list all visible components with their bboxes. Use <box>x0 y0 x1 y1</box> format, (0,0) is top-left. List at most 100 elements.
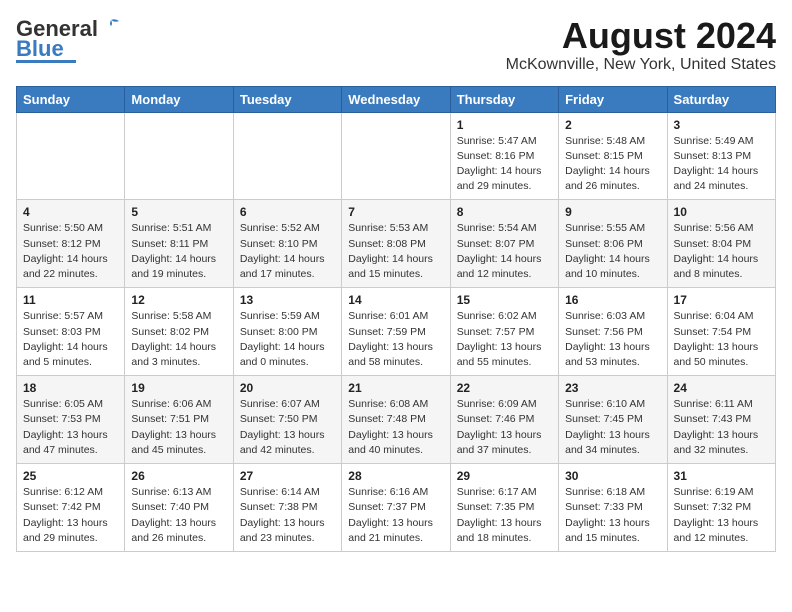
day-number: 13 <box>240 293 335 307</box>
calendar-cell: 29 Sunrise: 6:17 AM Sunset: 7:35 PM Dayli… <box>450 464 558 552</box>
calendar-cell: 22 Sunrise: 6:09 AM Sunset: 7:46 PM Dayli… <box>450 376 558 464</box>
day-info: Sunrise: 6:06 AM Sunset: 7:51 PM Dayligh… <box>131 397 226 458</box>
day-info: Sunrise: 6:04 AM Sunset: 7:54 PM Dayligh… <box>674 309 769 370</box>
day-info: Sunrise: 6:08 AM Sunset: 7:48 PM Dayligh… <box>348 397 443 458</box>
day-number: 9 <box>565 205 660 219</box>
calendar-cell: 16Sunrise: 6:03 AM Sunset: 7:56 PM Dayli… <box>559 288 667 376</box>
col-friday: Friday <box>559 86 667 112</box>
day-info: Sunrise: 5:49 AM Sunset: 8:13 PM Dayligh… <box>674 134 769 195</box>
calendar-cell: 19 Sunrise: 6:06 AM Sunset: 7:51 PM Dayli… <box>125 376 233 464</box>
title-block: August 2024 McKownville, New York, Unite… <box>506 16 776 74</box>
header-row: Sunday Monday Tuesday Wednesday Thursday… <box>17 86 776 112</box>
logo-bird-icon <box>101 18 121 36</box>
calendar-cell <box>125 112 233 200</box>
day-info: Sunrise: 6:10 AM Sunset: 7:45 PM Dayligh… <box>565 397 660 458</box>
day-number: 22 <box>457 381 552 395</box>
day-info: Sunrise: 6:05 AM Sunset: 7:53 PM Dayligh… <box>23 397 118 458</box>
calendar-cell: 9 Sunrise: 5:55 AM Sunset: 8:06 PM Daylig… <box>559 200 667 288</box>
calendar-cell: 10 Sunrise: 5:56 AM Sunset: 8:04 PM Dayli… <box>667 200 775 288</box>
day-number: 10 <box>674 205 769 219</box>
calendar-week-5: 25Sunrise: 6:12 AM Sunset: 7:42 PM Dayli… <box>17 464 776 552</box>
day-info: Sunrise: 5:48 AM Sunset: 8:15 PM Dayligh… <box>565 134 660 195</box>
day-number: 23 <box>565 381 660 395</box>
calendar-cell <box>17 112 125 200</box>
page-header: General Blue August 2024 McKownville, Ne… <box>16 16 776 74</box>
calendar-cell: 25Sunrise: 6:12 AM Sunset: 7:42 PM Dayli… <box>17 464 125 552</box>
calendar-cell: 14 Sunrise: 6:01 AM Sunset: 7:59 PM Dayli… <box>342 288 450 376</box>
day-number: 18 <box>23 381 118 395</box>
day-info: Sunrise: 6:01 AM Sunset: 7:59 PM Dayligh… <box>348 309 443 370</box>
day-number: 28 <box>348 469 443 483</box>
day-info: Sunrise: 6:02 AM Sunset: 7:57 PM Dayligh… <box>457 309 552 370</box>
day-number: 27 <box>240 469 335 483</box>
day-number: 26 <box>131 469 226 483</box>
calendar-cell: 4 Sunrise: 5:50 AM Sunset: 8:12 PM Daylig… <box>17 200 125 288</box>
day-number: 6 <box>240 205 335 219</box>
calendar-cell: 26 Sunrise: 6:13 AM Sunset: 7:40 PM Dayli… <box>125 464 233 552</box>
calendar-cell: 13 Sunrise: 5:59 AM Sunset: 8:00 PM Dayli… <box>233 288 341 376</box>
calendar-week-3: 11Sunrise: 5:57 AM Sunset: 8:03 PM Dayli… <box>17 288 776 376</box>
day-info: Sunrise: 6:18 AM Sunset: 7:33 PM Dayligh… <box>565 485 660 546</box>
calendar-cell: 5 Sunrise: 5:51 AM Sunset: 8:11 PM Daylig… <box>125 200 233 288</box>
day-info: Sunrise: 5:55 AM Sunset: 8:06 PM Dayligh… <box>565 221 660 282</box>
day-info: Sunrise: 5:51 AM Sunset: 8:11 PM Dayligh… <box>131 221 226 282</box>
logo: General Blue <box>16 16 121 63</box>
calendar-cell <box>233 112 341 200</box>
day-info: Sunrise: 6:09 AM Sunset: 7:46 PM Dayligh… <box>457 397 552 458</box>
logo-underline <box>16 60 76 63</box>
day-info: Sunrise: 5:57 AM Sunset: 8:03 PM Dayligh… <box>23 309 118 370</box>
day-number: 2 <box>565 118 660 132</box>
calendar-cell: 3Sunrise: 5:49 AM Sunset: 8:13 PM Daylig… <box>667 112 775 200</box>
calendar-cell: 28Sunrise: 6:16 AM Sunset: 7:37 PM Dayli… <box>342 464 450 552</box>
calendar-cell: 12Sunrise: 5:58 AM Sunset: 8:02 PM Dayli… <box>125 288 233 376</box>
day-number: 17 <box>674 293 769 307</box>
day-number: 20 <box>240 381 335 395</box>
day-number: 12 <box>131 293 226 307</box>
calendar-cell: 17 Sunrise: 6:04 AM Sunset: 7:54 PM Dayli… <box>667 288 775 376</box>
calendar-cell: 1 Sunrise: 5:47 AM Sunset: 8:16 PM Daylig… <box>450 112 558 200</box>
day-info: Sunrise: 6:11 AM Sunset: 7:43 PM Dayligh… <box>674 397 769 458</box>
calendar-cell: 30 Sunrise: 6:18 AM Sunset: 7:33 PM Dayli… <box>559 464 667 552</box>
day-number: 16 <box>565 293 660 307</box>
day-info: Sunrise: 5:59 AM Sunset: 8:00 PM Dayligh… <box>240 309 335 370</box>
col-wednesday: Wednesday <box>342 86 450 112</box>
calendar-cell: 31 Sunrise: 6:19 AM Sunset: 7:32 PM Dayli… <box>667 464 775 552</box>
calendar-cell <box>342 112 450 200</box>
calendar-subtitle: McKownville, New York, United States <box>506 56 776 74</box>
day-info: Sunrise: 6:13 AM Sunset: 7:40 PM Dayligh… <box>131 485 226 546</box>
day-info: Sunrise: 5:50 AM Sunset: 8:12 PM Dayligh… <box>23 221 118 282</box>
day-number: 1 <box>457 118 552 132</box>
day-number: 21 <box>348 381 443 395</box>
calendar-cell: 20Sunrise: 6:07 AM Sunset: 7:50 PM Dayli… <box>233 376 341 464</box>
day-info: Sunrise: 6:19 AM Sunset: 7:32 PM Dayligh… <box>674 485 769 546</box>
day-number: 15 <box>457 293 552 307</box>
day-number: 4 <box>23 205 118 219</box>
day-number: 14 <box>348 293 443 307</box>
day-info: Sunrise: 5:53 AM Sunset: 8:08 PM Dayligh… <box>348 221 443 282</box>
day-info: Sunrise: 5:52 AM Sunset: 8:10 PM Dayligh… <box>240 221 335 282</box>
day-number: 7 <box>348 205 443 219</box>
col-thursday: Thursday <box>450 86 558 112</box>
day-info: Sunrise: 5:54 AM Sunset: 8:07 PM Dayligh… <box>457 221 552 282</box>
day-number: 29 <box>457 469 552 483</box>
day-number: 8 <box>457 205 552 219</box>
calendar-cell: 24Sunrise: 6:11 AM Sunset: 7:43 PM Dayli… <box>667 376 775 464</box>
day-number: 5 <box>131 205 226 219</box>
calendar-cell: 23 Sunrise: 6:10 AM Sunset: 7:45 PM Dayli… <box>559 376 667 464</box>
day-number: 19 <box>131 381 226 395</box>
day-number: 30 <box>565 469 660 483</box>
col-tuesday: Tuesday <box>233 86 341 112</box>
calendar-title: August 2024 <box>506 16 776 56</box>
day-info: Sunrise: 5:47 AM Sunset: 8:16 PM Dayligh… <box>457 134 552 195</box>
col-saturday: Saturday <box>667 86 775 112</box>
calendar-cell: 8 Sunrise: 5:54 AM Sunset: 8:07 PM Daylig… <box>450 200 558 288</box>
calendar-cell: 2 Sunrise: 5:48 AM Sunset: 8:15 PM Daylig… <box>559 112 667 200</box>
calendar-body: 1 Sunrise: 5:47 AM Sunset: 8:16 PM Daylig… <box>17 112 776 551</box>
calendar-table: Sunday Monday Tuesday Wednesday Thursday… <box>16 86 776 552</box>
calendar-header: Sunday Monday Tuesday Wednesday Thursday… <box>17 86 776 112</box>
day-number: 31 <box>674 469 769 483</box>
calendar-cell: 15 Sunrise: 6:02 AM Sunset: 7:57 PM Dayli… <box>450 288 558 376</box>
day-info: Sunrise: 5:56 AM Sunset: 8:04 PM Dayligh… <box>674 221 769 282</box>
day-info: Sunrise: 6:17 AM Sunset: 7:35 PM Dayligh… <box>457 485 552 546</box>
calendar-week-4: 18 Sunrise: 6:05 AM Sunset: 7:53 PM Dayli… <box>17 376 776 464</box>
